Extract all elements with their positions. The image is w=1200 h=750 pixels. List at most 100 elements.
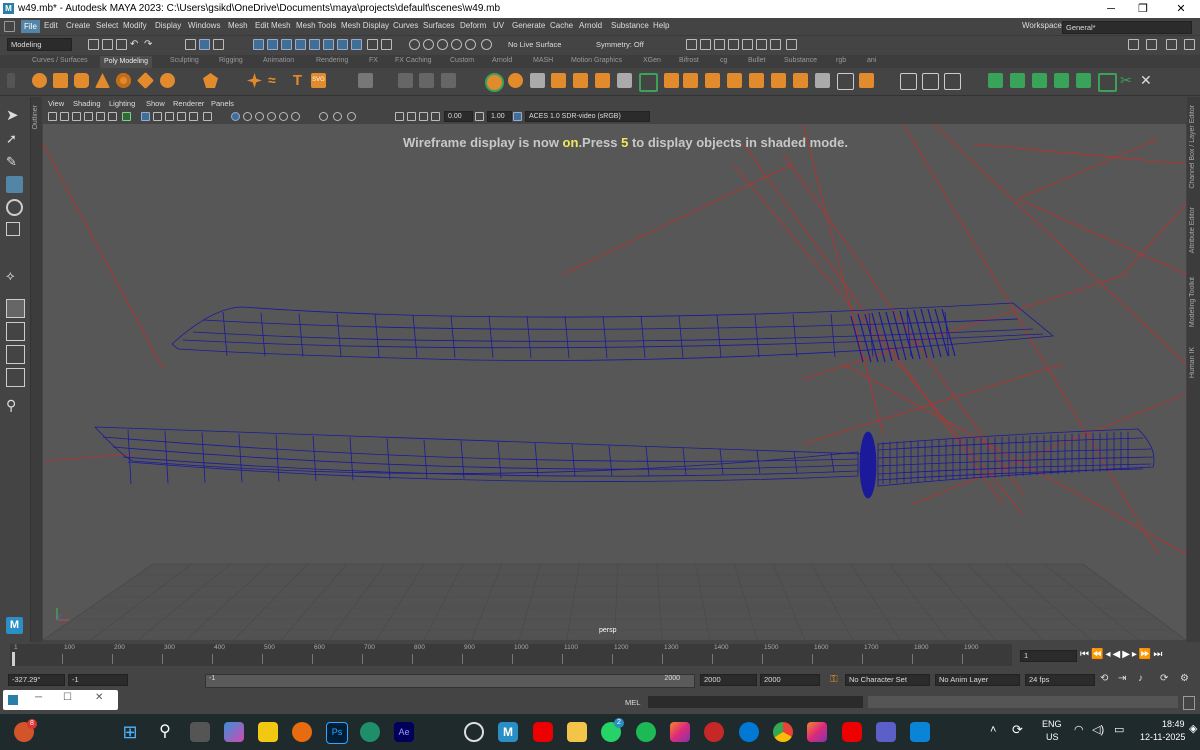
- color-mgmt-toggle-icon[interactable]: [513, 112, 522, 121]
- shelf-tab-custom[interactable]: Custom: [450, 57, 474, 64]
- gamma-icon[interactable]: [333, 112, 342, 121]
- menu-substance[interactable]: Substance: [611, 21, 649, 30]
- current-frame-field[interactable]: 1: [1020, 650, 1077, 662]
- panel-menu-lighting[interactable]: Lighting: [109, 99, 135, 108]
- boolean-icon[interactable]: [508, 73, 523, 88]
- anim-start-field[interactable]: -1: [68, 674, 128, 686]
- uv-editor-icon[interactable]: [1098, 73, 1117, 92]
- gamma-field[interactable]: 1.00: [487, 111, 512, 122]
- shelf-tab-animation[interactable]: Animation: [263, 57, 294, 64]
- depth-of-field-icon[interactable]: [291, 112, 300, 121]
- grid-toggle-icon[interactable]: [108, 112, 117, 121]
- ambient-occlusion-icon[interactable]: [267, 112, 276, 121]
- maya-home-icon[interactable]: M: [6, 617, 23, 634]
- symmetry-label[interactable]: Symmetry: Off: [596, 40, 644, 49]
- two-view-icon[interactable]: [6, 345, 25, 364]
- shelf-tab-fx-caching[interactable]: FX Caching: [395, 57, 432, 64]
- channel-box-tab[interactable]: Channel Box / Layer Editor: [1189, 105, 1196, 189]
- snap-surface-icon[interactable]: [309, 39, 320, 50]
- exposure-icon[interactable]: [319, 112, 328, 121]
- snap-grid-icon[interactable]: [253, 39, 264, 50]
- menu-uv[interactable]: UV: [493, 21, 504, 30]
- shelf-tab-motion-graphics[interactable]: Motion Graphics: [571, 57, 622, 64]
- super-shape-icon[interactable]: [247, 73, 262, 88]
- render-icon[interactable]: [409, 39, 420, 50]
- select-hierarchy-icon[interactable]: [185, 39, 196, 50]
- outliner-strip[interactable]: Outliner: [31, 97, 42, 642]
- isolate-select-icon[interactable]: [231, 112, 240, 121]
- clock-date[interactable]: 12-11-2025: [1140, 732, 1185, 742]
- shelf-settings-icon[interactable]: [7, 73, 15, 88]
- app-red-icon[interactable]: [704, 722, 724, 742]
- gamma-field-icon[interactable]: [475, 112, 484, 121]
- menu-windows[interactable]: Windows: [188, 21, 220, 30]
- uv-sew-icon[interactable]: ✕: [1140, 73, 1155, 88]
- target-weld-icon[interactable]: [664, 73, 679, 88]
- triangulate-icon[interactable]: [837, 73, 854, 90]
- fps-dropdown[interactable]: 24 fps: [1025, 674, 1095, 686]
- shelf-tab-rigging[interactable]: Rigging: [219, 57, 243, 64]
- sweep-mesh-icon[interactable]: ≈: [268, 73, 283, 88]
- single-view-icon[interactable]: [6, 299, 25, 318]
- go-to-end-icon[interactable]: ⏭: [1153, 649, 1164, 660]
- minimize-button[interactable]: ─: [1096, 1, 1126, 17]
- outliner-tab[interactable]: Outliner: [32, 105, 39, 130]
- range-start-field[interactable]: -327.29°: [8, 674, 65, 686]
- snap-edge-icon[interactable]: [337, 39, 348, 50]
- svg-icon[interactable]: SVG: [311, 73, 326, 88]
- time-ruler[interactable]: 1 100 200 300 400 500 600 700 800 900 1000 1100 1200…: [10, 644, 1012, 666]
- exposure-field[interactable]: 0.00: [444, 111, 473, 122]
- smooth-shade-icon[interactable]: [153, 112, 162, 121]
- select-object-icon[interactable]: [199, 39, 210, 50]
- shelf-tab-cg[interactable]: cg: [720, 57, 727, 64]
- close-small-icon[interactable]: ✕: [95, 692, 103, 703]
- menuset-dropdown[interactable]: Modeling: [7, 38, 72, 51]
- shelf-tab-rendering[interactable]: Rendering: [316, 57, 348, 64]
- delete-history-icon[interactable]: [944, 73, 961, 90]
- help-icon[interactable]: [1166, 39, 1177, 50]
- xray-joints-icon[interactable]: [255, 112, 264, 121]
- wireframe-on-shaded-icon[interactable]: [165, 112, 174, 121]
- menu-deform[interactable]: Deform: [460, 21, 486, 30]
- poly-sphere-icon[interactable]: [32, 73, 47, 88]
- notification-bell-icon[interactable]: ◈: [1189, 722, 1197, 735]
- new-scene-icon[interactable]: [88, 39, 99, 50]
- after-effects-icon[interactable]: Ae: [394, 722, 414, 742]
- shelf-tab-arnold[interactable]: Arnold: [492, 57, 512, 64]
- chrome-icon[interactable]: [773, 722, 793, 742]
- lock-icon[interactable]: [367, 39, 378, 50]
- menu-file[interactable]: File: [21, 20, 40, 33]
- append-polygon-icon[interactable]: [595, 73, 610, 88]
- snap-view-icon[interactable]: [295, 39, 306, 50]
- shelf-tab-fx[interactable]: FX: [369, 57, 378, 64]
- multi-cut-icon[interactable]: [639, 73, 658, 92]
- ipr-icon[interactable]: [423, 39, 434, 50]
- mel-label[interactable]: MEL: [625, 698, 640, 707]
- playback-speed-icon[interactable]: ⟳: [1160, 673, 1168, 684]
- undo-icon[interactable]: ↶: [130, 39, 139, 50]
- viewport-persp[interactable]: Wireframe display is now on.Press 5 to d…: [43, 124, 1186, 640]
- instagram-2-icon[interactable]: [807, 722, 827, 742]
- panel-menu-show[interactable]: Show: [146, 99, 165, 108]
- panel-menu-view[interactable]: View: [48, 99, 64, 108]
- four-view-icon[interactable]: [6, 322, 25, 341]
- auto-key-icon[interactable]: ⚿: [830, 674, 838, 685]
- time-slider[interactable]: 1 100 200 300 400 500 600 700 800 900 1000 1100 1200…: [0, 642, 1200, 672]
- youtube-2-icon[interactable]: [842, 722, 862, 742]
- play-back-icon[interactable]: ◀: [1112, 649, 1122, 660]
- select-tool-icon[interactable]: ➤: [6, 107, 23, 124]
- panel-toggle-icon[interactable]: [1184, 39, 1195, 50]
- start-icon[interactable]: ⊞: [120, 722, 140, 742]
- color-management-icon[interactable]: [347, 112, 356, 121]
- maya-taskbar-icon[interactable]: M: [498, 722, 518, 742]
- menu-arnold[interactable]: Arnold: [579, 21, 602, 30]
- menu-curves[interactable]: Curves: [393, 21, 418, 30]
- channel-box-icon[interactable]: [728, 39, 739, 50]
- maximize-small-icon[interactable]: ☐: [63, 692, 72, 703]
- view-transform-dropdown[interactable]: ACES 1.0 SDR-video (sRGB): [525, 111, 650, 122]
- menu-mode-icon[interactable]: [4, 21, 15, 32]
- bookmarks-icon[interactable]: [60, 112, 69, 121]
- open-scene-icon[interactable]: [102, 39, 113, 50]
- textured-icon[interactable]: [177, 112, 186, 121]
- menu-cache[interactable]: Cache: [550, 21, 573, 30]
